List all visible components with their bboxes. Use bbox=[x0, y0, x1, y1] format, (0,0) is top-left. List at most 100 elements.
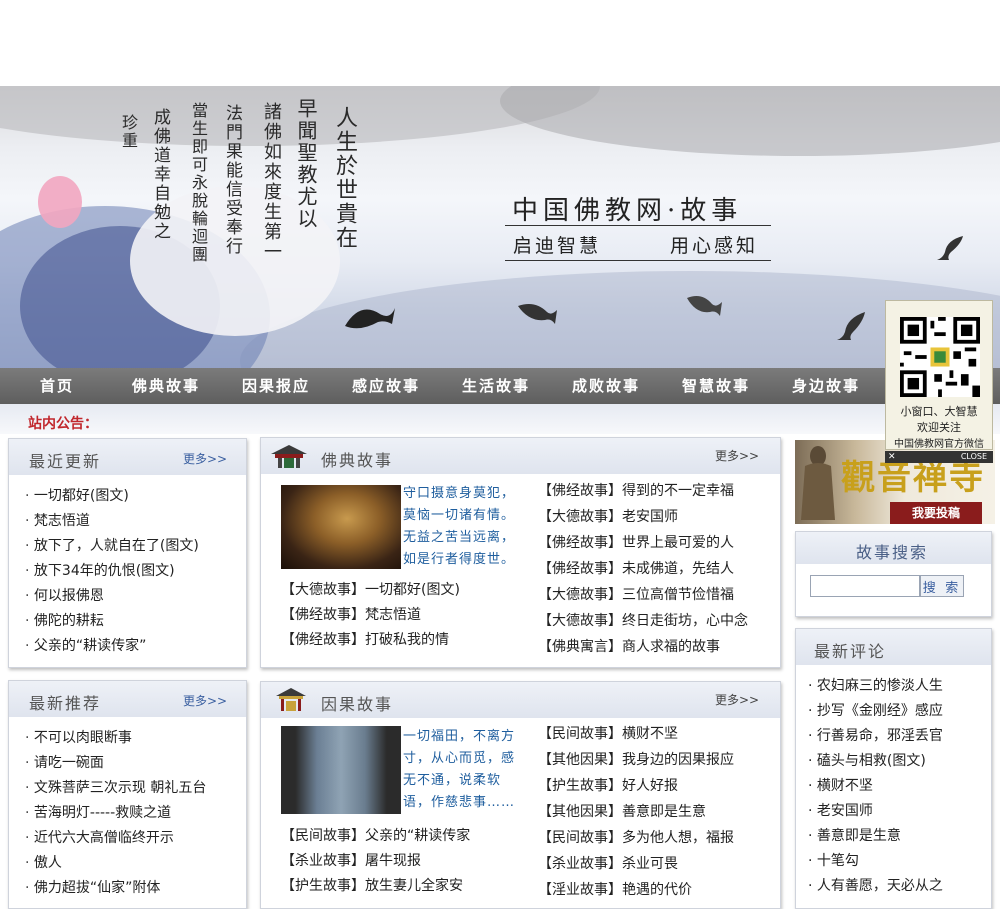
calligraphy-col-7: 珍重 bbox=[119, 114, 138, 150]
list-item[interactable]: 【大德故事】终日走街坊，心中念 bbox=[538, 609, 748, 635]
list-item[interactable]: 【大德故事】老安国师 bbox=[538, 505, 748, 531]
list-item[interactable]: 放下了，人就自在了(图文) bbox=[25, 534, 199, 559]
site-title: 中国佛教网·故事 bbox=[512, 196, 743, 226]
story-intro[interactable]: 守口摄意身莫犯，莫恼一切诸有情。无益之苦当远离，如是行者得度世。 bbox=[403, 483, 519, 571]
list-item[interactable]: · 抄写《金刚经》感应 bbox=[808, 699, 943, 724]
list-item[interactable]: 【佛典寓言】商人求福的故事 bbox=[538, 635, 748, 661]
nav-item-fodian[interactable]: 佛典故事 bbox=[132, 368, 200, 404]
qr-caption-1: 小窗口、大智慧 bbox=[900, 405, 978, 418]
koi-fish-icon bbox=[837, 312, 865, 340]
yinguo-left-list: 【民间故事】父亲的“耕读传家 【杀业故事】屠牛现报 【护生故事】放生妻儿全家安 bbox=[281, 824, 470, 899]
list-item[interactable]: 【杀业故事】屠牛现报 bbox=[281, 849, 470, 874]
list-item[interactable]: 【大德故事】三位高僧节俭惜福 bbox=[538, 583, 748, 609]
list-item[interactable]: · 横财不坚 bbox=[808, 774, 943, 799]
qr-close-button[interactable]: ✕ CLOSE bbox=[885, 451, 993, 463]
fodian-left-list: 【大德故事】一切都好(图文) 【佛经故事】梵志悟道 【佛经故事】打破私我的情 bbox=[281, 578, 460, 653]
nav-item-home[interactable]: 首页 bbox=[40, 368, 74, 404]
nav-item-shenbian[interactable]: 身边故事 bbox=[792, 368, 860, 404]
story-thumbnail[interactable] bbox=[281, 485, 401, 569]
list-item[interactable]: 【民间故事】父亲的“耕读传家 bbox=[281, 824, 470, 849]
list-item[interactable]: 父亲的“耕读传家” bbox=[25, 634, 199, 659]
guanyin-statue-icon bbox=[801, 446, 835, 520]
search-button[interactable]: 搜 索 bbox=[920, 575, 964, 597]
story-search-panel: 故事搜索 搜 索 bbox=[795, 531, 992, 617]
title-divider-bottom bbox=[505, 260, 771, 261]
recent-list: 一切都好(图文) 梵志悟道 放下了，人就自在了(图文) 放下34年的仇恨(图文)… bbox=[25, 484, 199, 659]
list-item[interactable]: · 农妇麻三的惨淡人生 bbox=[808, 674, 943, 699]
list-item[interactable]: 【佛经故事】梵志悟道 bbox=[281, 603, 460, 628]
nav-item-chengbai[interactable]: 成败故事 bbox=[572, 368, 640, 404]
wechat-qr-ad: 小窗口、大智慧 欢迎关注 中国佛教网官方微信 bbox=[885, 300, 993, 450]
list-item[interactable]: 文殊菩萨三次示现 朝礼五台 bbox=[25, 776, 206, 801]
calligraphy-col-1: 人生於世貴在 bbox=[332, 106, 357, 250]
list-item[interactable]: 【佛经故事】世界上最可爱的人 bbox=[538, 531, 748, 557]
recommend-panel: 最新推荐 更多>> 不可以肉眼断事 请吃一碗面 文殊菩萨三次示现 朝礼五台 苦海… bbox=[8, 680, 247, 909]
more-link[interactable]: 更多>> bbox=[715, 691, 759, 708]
nav-item-zhihui[interactable]: 智慧故事 bbox=[682, 368, 750, 404]
panel-header: 故事搜索 bbox=[796, 532, 991, 564]
panel-title: 佛典故事 bbox=[321, 451, 394, 470]
list-item[interactable]: 苦海明灯-----救赎之道 bbox=[25, 801, 206, 826]
close-label: CLOSE bbox=[960, 452, 987, 461]
list-item[interactable]: 佛力超拔“仙家”附体 bbox=[25, 876, 206, 901]
yinguo-right-list: 【民间故事】横财不坚 【其他因果】我身边的因果报应 【护生故事】好人好报 【其他… bbox=[538, 722, 734, 904]
list-item[interactable]: 【民间故事】多为他人想，福报 bbox=[538, 826, 734, 852]
list-item[interactable]: 一切都好(图文) bbox=[25, 484, 199, 509]
calligraphy-col-6: 成佛道幸自勉之 bbox=[150, 108, 170, 241]
koi-fish-icon bbox=[518, 304, 557, 324]
list-item[interactable]: 佛陀的耕耘 bbox=[25, 609, 199, 634]
nav-item-ganying[interactable]: 感应故事 bbox=[352, 368, 420, 404]
calligraphy-col-2: 早聞聖教尤以 bbox=[294, 98, 318, 230]
list-item[interactable]: 【大德故事】一切都好(图文) bbox=[281, 578, 460, 603]
more-link[interactable]: 更多>> bbox=[715, 447, 759, 464]
site-slogan-right: 用心感知 bbox=[670, 235, 759, 257]
nav-item-yinguo[interactable]: 因果报应 bbox=[242, 368, 310, 404]
submit-story-button[interactable]: 我要投稿 bbox=[890, 502, 982, 524]
list-item[interactable]: 【淫业故事】艳遇的代价 bbox=[538, 878, 734, 904]
list-item[interactable]: · 磕头与相救(图文) bbox=[808, 749, 943, 774]
list-item[interactable]: 放下34年的仇恨(图文) bbox=[25, 559, 199, 584]
panel-title: 因果故事 bbox=[321, 695, 394, 714]
list-item[interactable]: 【其他因果】善意即是生意 bbox=[538, 800, 734, 826]
list-item[interactable]: 【佛经故事】得到的不一定幸福 bbox=[538, 479, 748, 505]
pavilion-icon bbox=[276, 688, 306, 711]
yinguo-panel: 因果故事 更多>> 一切福田，不离方寸，从心而觅，感无不通，说柔软语，作慈悲事…… bbox=[260, 681, 781, 909]
list-item[interactable]: 【杀业故事】杀业可畏 bbox=[538, 852, 734, 878]
more-link[interactable]: 更多>> bbox=[183, 692, 227, 709]
recommend-list: 不可以肉眼断事 请吃一碗面 文殊菩萨三次示现 朝礼五台 苦海明灯-----救赎之… bbox=[25, 726, 206, 901]
qr-caption-3: 中国佛教网官方微信 bbox=[894, 439, 984, 450]
list-item[interactable]: · 老安国师 bbox=[808, 799, 943, 824]
list-item[interactable]: 何以报佛恩 bbox=[25, 584, 199, 609]
list-item[interactable]: 【护生故事】好人好报 bbox=[538, 774, 734, 800]
list-item[interactable]: 请吃一碗面 bbox=[25, 751, 206, 776]
list-item[interactable]: 近代六大高僧临终开示 bbox=[25, 826, 206, 851]
fodian-panel: 佛典故事 更多>> 守口摄意身莫犯，莫恼一切诸有情。无益之苦当远离，如是行者得度… bbox=[260, 437, 781, 668]
calligraphy-col-4: 法門果能信受奉行 bbox=[222, 104, 242, 256]
list-item[interactable]: 【其他因果】我身边的因果报应 bbox=[538, 748, 734, 774]
panel-title: 最近更新 bbox=[29, 452, 102, 471]
list-item[interactable]: 梵志悟道 bbox=[25, 509, 199, 534]
qr-code-icon bbox=[900, 317, 980, 397]
story-thumbnail[interactable] bbox=[281, 726, 401, 814]
list-item[interactable]: 傲人 bbox=[25, 851, 206, 876]
temple-icon bbox=[271, 445, 307, 468]
panel-header: 最新推荐 更多>> bbox=[9, 681, 246, 717]
list-item[interactable]: 【佛经故事】打破私我的情 bbox=[281, 628, 460, 653]
panel-header: 因果故事 更多>> bbox=[261, 682, 780, 718]
list-item[interactable]: 不可以肉眼断事 bbox=[25, 726, 206, 751]
list-item[interactable]: · 行善易命，邪淫丢官 bbox=[808, 724, 943, 749]
list-item[interactable]: · 善意即是生意 bbox=[808, 824, 943, 849]
list-item[interactable]: · 人有善愿，天必从之 bbox=[808, 874, 943, 899]
search-input[interactable] bbox=[810, 575, 920, 597]
main-nav: 首页 佛典故事 因果报应 感应故事 生活故事 成败故事 智慧故事 身边故事 bbox=[0, 368, 1000, 404]
nav-item-shenghuo[interactable]: 生活故事 bbox=[462, 368, 530, 404]
list-item[interactable]: 【护生故事】放生妻儿全家安 bbox=[281, 874, 470, 899]
calligraphy-col-5: 當生即可永脫輪迴團 bbox=[189, 102, 208, 264]
more-link[interactable]: 更多>> bbox=[183, 450, 227, 467]
list-item[interactable]: 【民间故事】横财不坚 bbox=[538, 722, 734, 748]
calligraphy-col-3: 諸佛如來度生第一 bbox=[261, 102, 282, 262]
list-item[interactable]: 【佛经故事】未成佛道，先结人 bbox=[538, 557, 748, 583]
panel-title: 最新评论 bbox=[814, 642, 887, 661]
list-item[interactable]: · 十笔勾 bbox=[808, 849, 943, 874]
story-intro[interactable]: 一切福田，不离方寸，从心而觅，感无不通，说柔软语，作慈悲事…… bbox=[403, 726, 519, 814]
